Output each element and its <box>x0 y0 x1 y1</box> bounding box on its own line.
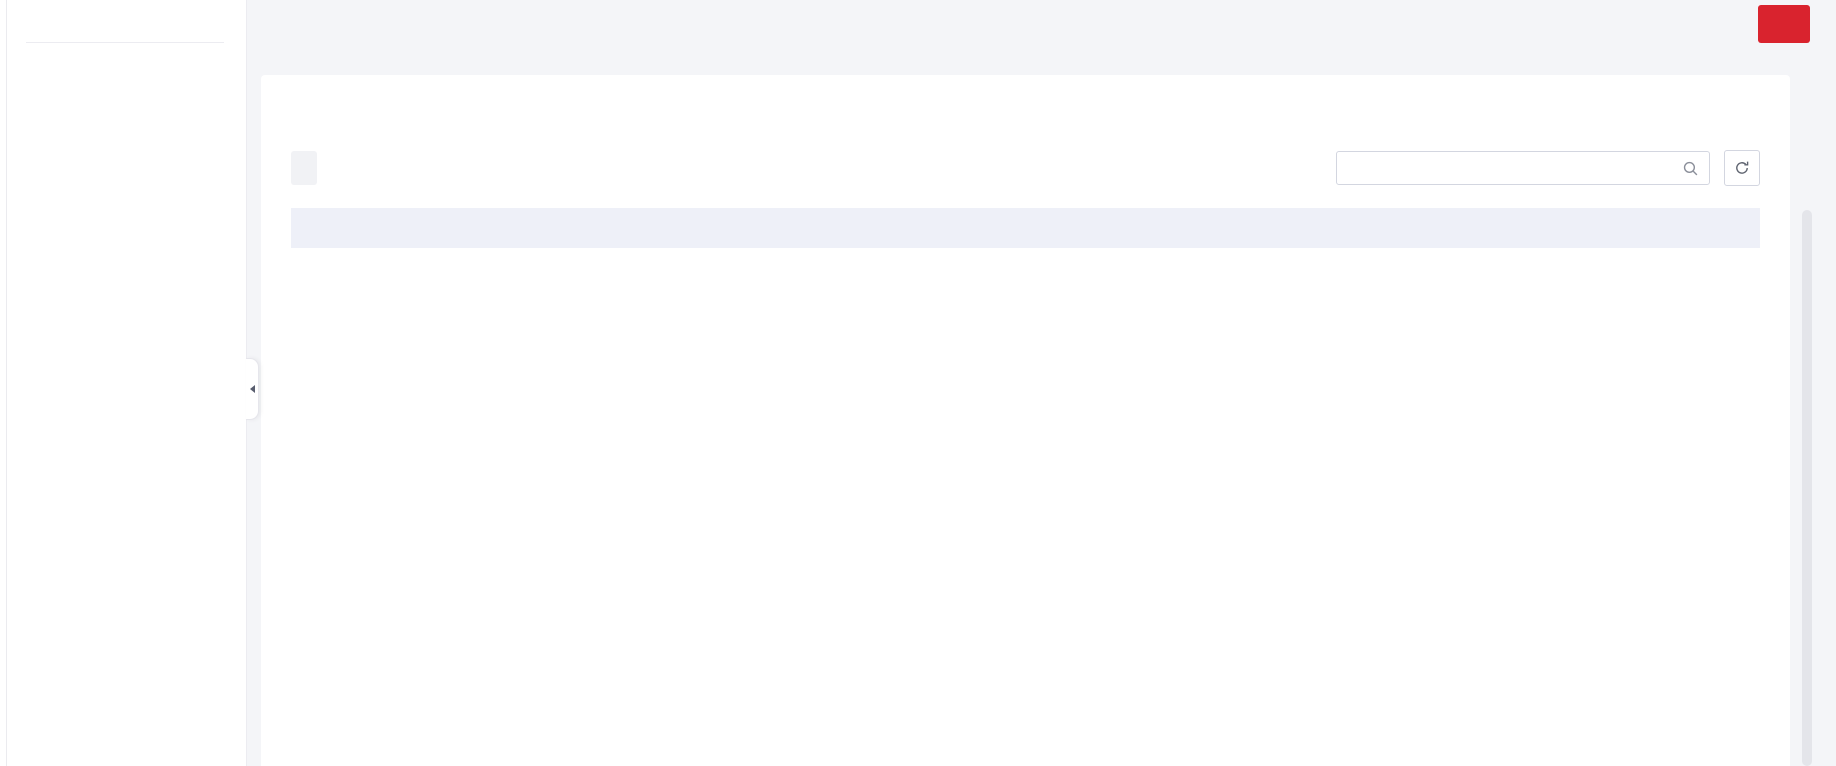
search-box <box>1336 151 1710 185</box>
app-root <box>0 0 1836 766</box>
content-card <box>261 75 1790 766</box>
sidebar <box>0 0 259 766</box>
sidebar-collapse-handle[interactable] <box>246 358 259 420</box>
bandwidth-table <box>291 208 1760 248</box>
toolbar <box>291 150 1760 186</box>
quota-line <box>291 113 1760 129</box>
main-area <box>247 0 1836 766</box>
sidebar-menu <box>0 43 246 53</box>
collapse-left-icon <box>249 385 255 393</box>
refresh-icon <box>1736 161 1749 174</box>
table-header-row <box>291 208 1760 248</box>
toolbar-right <box>1336 150 1760 186</box>
console-title <box>0 0 246 42</box>
page-header <box>247 0 1836 48</box>
refresh-button[interactable] <box>1724 150 1760 186</box>
apply-ipv6-bandwidth-button[interactable] <box>1758 5 1810 43</box>
renew-button[interactable] <box>291 151 317 185</box>
search-icon[interactable] <box>1682 160 1699 177</box>
page-scrollbar[interactable] <box>1802 210 1812 766</box>
search-input[interactable] <box>1337 152 1709 184</box>
